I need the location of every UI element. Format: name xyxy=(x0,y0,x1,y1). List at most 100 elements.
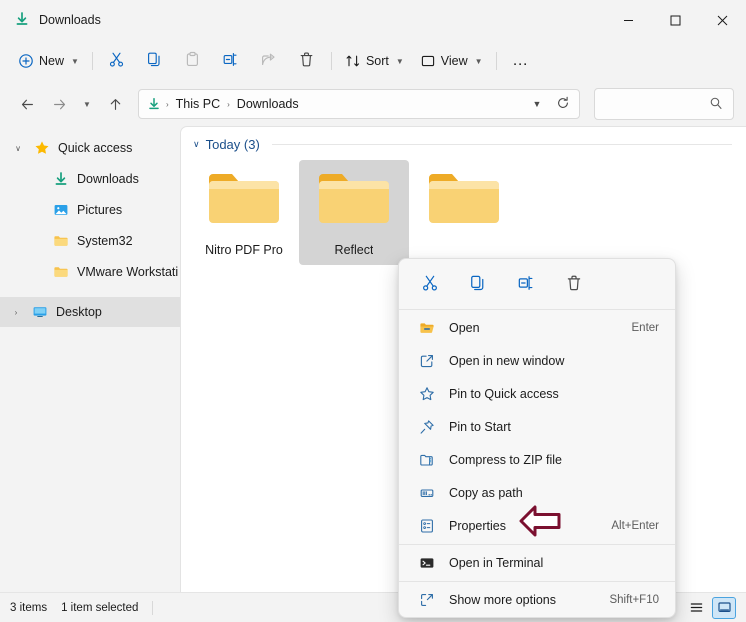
see-more-button[interactable]: … xyxy=(502,46,540,76)
folder-icon xyxy=(206,168,282,233)
status-selection: 1 item selected xyxy=(61,601,139,614)
breadcrumb-item-this-pc[interactable]: This PC xyxy=(171,94,225,114)
context-menu-item-copy-as-path[interactable]: Copy as path xyxy=(403,477,671,509)
toolbar-divider xyxy=(91,52,93,70)
window-title: Downloads xyxy=(39,13,101,27)
search-box[interactable] xyxy=(594,88,734,120)
ellipsis-icon: … xyxy=(512,52,530,69)
star-icon xyxy=(33,140,51,156)
context-copy-button[interactable] xyxy=(461,269,495,299)
close-button[interactable] xyxy=(699,0,746,40)
copy-button[interactable] xyxy=(136,46,174,76)
context-menu-item-show-more-options[interactable]: Show more options Shift+F10 xyxy=(403,584,671,616)
show-more-icon xyxy=(417,592,437,608)
context-menu-item-open-in-terminal[interactable]: Open in Terminal xyxy=(403,547,671,579)
breadcrumb-separator: › xyxy=(227,99,230,109)
terminal-icon xyxy=(417,555,437,571)
sort-button-label: Sort xyxy=(365,54,389,68)
pin-icon xyxy=(417,419,437,435)
toolbar-divider-2 xyxy=(330,52,332,70)
address-dropdown-button[interactable]: ▼ xyxy=(525,92,549,116)
details-view-icon[interactable] xyxy=(684,597,708,619)
search-icon xyxy=(709,96,723,113)
context-delete-button[interactable] xyxy=(557,269,591,299)
context-rename-button[interactable] xyxy=(509,269,543,299)
context-menu-item-label: Open in new window xyxy=(449,354,565,368)
search-input[interactable] xyxy=(605,96,709,112)
paste-button[interactable] xyxy=(174,46,212,76)
sidebar-item-label: VMware Workstation 1 xyxy=(77,265,178,279)
address-bar[interactable]: › This PC › Downloads ▼ xyxy=(138,89,580,119)
folder-icon xyxy=(52,264,70,280)
share-button[interactable] xyxy=(250,46,288,76)
context-menu-item-label: Show more options xyxy=(449,593,557,607)
cut-button[interactable] xyxy=(98,46,136,76)
context-menu-item-open-in-new-window[interactable]: Open in new window xyxy=(403,345,671,377)
context-menu-item-label: Open in Terminal xyxy=(449,556,544,570)
sidebar-item-label: System32 xyxy=(77,234,133,248)
toolbar-divider-3 xyxy=(495,52,497,70)
new-button[interactable]: New ▼ xyxy=(10,46,87,76)
context-menu-item-label: Pin to Quick access xyxy=(449,387,559,401)
context-menu-divider-3 xyxy=(399,581,675,582)
cut-icon xyxy=(108,51,125,71)
sidebar-item-system32[interactable]: System32 xyxy=(2,226,178,256)
pictures-icon xyxy=(52,202,70,218)
zip-folder-icon xyxy=(417,452,437,468)
file-item-third[interactable] xyxy=(409,160,519,265)
up-button[interactable] xyxy=(100,89,130,119)
large-icons-view-icon[interactable] xyxy=(712,596,736,619)
context-menu-item-compress-to-zip[interactable]: Compress to ZIP file xyxy=(403,444,671,476)
context-cut-button[interactable] xyxy=(413,269,447,299)
context-menu-item-pin-to-quick-access[interactable]: Pin to Quick access xyxy=(403,378,671,410)
delete-icon xyxy=(298,51,315,71)
context-menu-item-properties[interactable]: Properties Alt+Enter xyxy=(403,510,671,542)
file-item-reflect[interactable]: Reflect xyxy=(299,160,409,265)
rename-icon xyxy=(222,51,239,71)
context-menu-item-pin-to-start[interactable]: Pin to Start xyxy=(403,411,671,443)
share-icon xyxy=(260,51,277,71)
view-button[interactable]: View ▼ xyxy=(412,46,491,76)
group-label: Today (3) xyxy=(205,137,260,152)
folder-icon xyxy=(52,233,70,249)
sidebar-item-pictures[interactable]: Pictures xyxy=(2,195,178,225)
context-menu-item-open[interactable]: Open Enter xyxy=(403,312,671,344)
group-header-today[interactable]: ∨ Today (3) xyxy=(181,127,746,156)
recent-locations-button[interactable]: ▼ xyxy=(76,89,98,119)
rename-button[interactable] xyxy=(212,46,250,76)
folder-icon xyxy=(316,168,392,233)
file-item-nitro-pdf-pro[interactable]: Nitro PDF Pro xyxy=(189,160,299,265)
title-bar: Downloads xyxy=(0,0,746,40)
sort-button[interactable]: Sort ▼ xyxy=(337,46,412,76)
breadcrumb-item-downloads[interactable]: Downloads xyxy=(232,94,304,114)
context-menu-divider xyxy=(399,309,675,310)
context-menu[interactable]: Open Enter Open in new window Pin to Qui… xyxy=(398,258,676,618)
chevron-down-icon: ▼ xyxy=(395,56,404,66)
address-bar-actions: ▼ xyxy=(525,92,575,116)
context-menu-item-label: Compress to ZIP file xyxy=(449,453,563,467)
minimize-button[interactable] xyxy=(605,0,652,40)
sidebar-item-label: Quick access xyxy=(58,141,133,155)
chevron-down-icon: ▼ xyxy=(532,99,542,109)
forward-button[interactable] xyxy=(44,89,74,119)
navigation-pane: ∨ Quick access Downloads Pictures System… xyxy=(0,126,180,592)
downloads-arrow-icon xyxy=(52,171,70,187)
delete-button[interactable] xyxy=(288,46,326,76)
chevron-right-icon[interactable]: › xyxy=(8,308,24,317)
sidebar-item-desktop[interactable]: › Desktop xyxy=(0,297,180,327)
chevron-down-icon: ▼ xyxy=(71,56,79,66)
sidebar-item-quick-access[interactable]: ∨ Quick access xyxy=(2,133,178,163)
context-menu-item-accel: Alt+Enter xyxy=(611,520,659,532)
paste-icon xyxy=(184,51,201,71)
sidebar-item-vmware-workstation[interactable]: VMware Workstation 1 xyxy=(2,257,178,287)
view-button-label: View xyxy=(440,54,468,68)
back-button[interactable] xyxy=(12,89,42,119)
chevron-down-icon[interactable]: ∨ xyxy=(193,139,200,150)
group-divider xyxy=(271,144,732,145)
file-explorer-window: Downloads New ▼ Sort ▼ View ▼ … ▼ › This… xyxy=(0,0,746,622)
refresh-button[interactable] xyxy=(551,92,575,116)
maximize-button[interactable] xyxy=(652,0,699,40)
chevron-down-icon[interactable]: ∨ xyxy=(10,144,26,153)
file-items: Nitro PDF Pro Reflect xyxy=(181,156,746,269)
sidebar-item-downloads[interactable]: Downloads xyxy=(2,164,178,194)
